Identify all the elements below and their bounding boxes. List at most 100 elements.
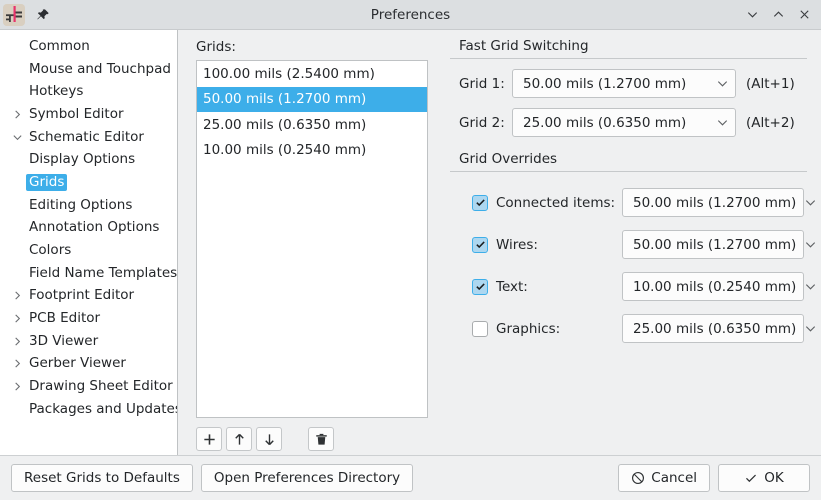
grids-panel: Grids: 100.00 mils (2.5400 mm) 50.00 mils… (178, 30, 440, 455)
grid-override-label: Connected items: (496, 194, 616, 211)
grid-list-item[interactable]: 25.00 mils (0.6350 mm) (197, 112, 427, 138)
move-grid-down-button[interactable] (256, 427, 282, 451)
grid-list-item[interactable]: 10.00 mils (0.2540 mm) (197, 138, 427, 164)
sidebar-item-display-options[interactable]: Display Options (0, 148, 177, 171)
grid-list-item-label: 50.00 mils (1.2700 mm) (203, 91, 367, 108)
grids-list-label: Grids: (196, 39, 236, 55)
fast-grid-shortcut-hint: (Alt+1) (746, 75, 795, 92)
grid-override-row: Graphics: 25.00 mils (0.6350 mm) (450, 314, 816, 343)
chevron-right-icon[interactable] (8, 109, 26, 120)
dialog-body: Common Mouse and Touchpad Hotkeys Symbol Ed… (0, 30, 821, 455)
grid-override-connected-items-checkbox[interactable] (472, 194, 488, 211)
chevron-down-icon[interactable] (804, 238, 817, 251)
grid-list-item-label: 100.00 mils (2.5400 mm) (203, 65, 375, 82)
grid-override-text-select[interactable]: 10.00 mils (0.2540 mm) (622, 272, 816, 301)
grid-override-connected-items-select[interactable]: 50.00 mils (1.2700 mm) (622, 188, 816, 217)
sidebar-item-hotkeys[interactable]: Hotkeys (0, 80, 177, 103)
reset-grids-to-defaults-button[interactable]: Reset Grids to Defaults (11, 463, 193, 492)
sidebar-item-label: Annotation Options (29, 219, 160, 236)
dialog-footer: Reset Grids to Defaults Open Preferences… (0, 455, 821, 499)
sidebar-item-label: Gerber Viewer (29, 355, 126, 372)
sidebar-item-mouse-and-touchpad[interactable]: Mouse and Touchpad (0, 58, 177, 81)
cancel-button[interactable]: Cancel (618, 463, 710, 492)
chevron-down-icon[interactable] (804, 322, 817, 335)
grids-toolbar (196, 418, 428, 455)
grid-override-row: Connected items: 50.00 mils (1.2700 mm) (450, 188, 816, 217)
chevron-right-icon[interactable] (8, 336, 26, 347)
grid-override-value: 50.00 mils (1.2700 mm) (633, 194, 797, 211)
kicad-schematic-icon (3, 3, 25, 26)
sidebar-item-label: Symbol Editor (29, 105, 124, 122)
chevron-right-icon[interactable] (8, 313, 26, 324)
chevron-right-icon[interactable] (8, 381, 26, 392)
ok-button[interactable]: OK (718, 463, 810, 492)
grid-settings-panel: Fast Grid Switching Grid 1: 50.00 mils (1… (440, 30, 821, 455)
chevron-right-icon[interactable] (8, 290, 26, 301)
sidebar-item-label: Common (29, 37, 90, 54)
sidebar-item-label: Schematic Editor (29, 128, 144, 145)
grid-override-text-checkbox[interactable] (472, 278, 488, 295)
chevron-down-icon[interactable] (804, 280, 817, 293)
sidebar-item-drawing-sheet-editor[interactable]: Drawing Sheet Editor (0, 375, 177, 398)
grid-list-item[interactable]: 50.00 mils (1.2700 mm) (197, 86, 427, 112)
grid-override-value: 50.00 mils (1.2700 mm) (633, 236, 797, 253)
sidebar-item-label: Field Name Templates (29, 264, 178, 281)
chevron-down-icon[interactable] (716, 116, 729, 129)
check-icon (744, 471, 758, 485)
fast-grid-1-select[interactable]: 50.00 mils (1.2700 mm) (512, 69, 736, 98)
grid-override-wires-select[interactable]: 50.00 mils (1.2700 mm) (622, 230, 816, 259)
sidebar-item-common[interactable]: Common (0, 35, 177, 58)
fast-grid-switching-group: Fast Grid Switching Grid 1: 50.00 mils (1… (450, 38, 807, 137)
fast-grid-row: Grid 1: 50.00 mils (1.2700 mm) (Alt+1) (450, 69, 807, 98)
sidebar-item-footprint-editor[interactable]: Footprint Editor (0, 285, 177, 308)
close-icon[interactable] (791, 2, 817, 28)
fast-grid-switching-title: Fast Grid Switching (459, 38, 589, 54)
sidebar-item-pcb-editor[interactable]: PCB Editor (0, 307, 177, 330)
sidebar-item-editing-options[interactable]: Editing Options (0, 194, 177, 217)
chevron-down-icon[interactable] (739, 2, 765, 28)
grid-list-item-label: 10.00 mils (0.2540 mm) (203, 142, 367, 159)
preferences-tree[interactable]: Common Mouse and Touchpad Hotkeys Symbol Ed… (0, 30, 178, 455)
fast-grid-2-select[interactable]: 25.00 mils (0.6350 mm) (512, 108, 736, 137)
chevron-down-icon[interactable] (804, 196, 817, 209)
sidebar-item-label: Packages and Updates (29, 400, 178, 417)
sidebar-item-packages-and-updates[interactable]: Packages and Updates (0, 398, 177, 421)
fast-grid-shortcut-hint: (Alt+2) (746, 114, 795, 131)
fast-grid-label: Grid 1: (459, 75, 505, 92)
ok-button-label: OK (764, 469, 784, 486)
chevron-down-icon[interactable] (8, 132, 26, 143)
fast-grid-row: Grid 2: 25.00 mils (0.6350 mm) (Alt+2) (450, 108, 807, 137)
fast-grid-value: 25.00 mils (0.6350 mm) (523, 114, 687, 131)
sidebar-item-annotation-options[interactable]: Annotation Options (0, 217, 177, 240)
grid-override-graphics-select[interactable]: 25.00 mils (0.6350 mm) (622, 314, 816, 343)
grid-list-item[interactable]: 100.00 mils (2.5400 mm) (197, 61, 427, 87)
delete-grid-button[interactable] (308, 427, 334, 451)
sidebar-item-label: Display Options (29, 151, 136, 168)
fast-grid-switching-divider (450, 58, 807, 59)
sidebar-item-label: Colors (29, 242, 72, 259)
sidebar-item-symbol-editor[interactable]: Symbol Editor (0, 103, 177, 126)
sidebar-item-3d-viewer[interactable]: 3D Viewer (0, 330, 177, 353)
chevron-down-icon[interactable] (716, 77, 729, 90)
chevron-up-icon[interactable] (765, 2, 791, 28)
grid-override-label: Graphics: (496, 320, 561, 337)
add-grid-button[interactable] (196, 427, 222, 451)
sidebar-item-field-name-templates[interactable]: Field Name Templates (0, 262, 177, 285)
grids-list[interactable]: 100.00 mils (2.5400 mm) 50.00 mils (1.270… (196, 60, 428, 418)
grid-override-label: Wires: (496, 236, 538, 253)
chevron-right-icon[interactable] (8, 358, 26, 369)
grid-override-row: Text: 10.00 mils (0.2540 mm) (450, 272, 816, 301)
sidebar-item-gerber-viewer[interactable]: Gerber Viewer (0, 353, 177, 376)
sidebar-item-colors[interactable]: Colors (0, 239, 177, 262)
pin-icon[interactable] (30, 2, 56, 28)
grid-override-value: 10.00 mils (0.2540 mm) (633, 278, 797, 295)
sidebar-item-grids[interactable]: Grids (0, 171, 177, 194)
grid-overrides-group: Grid Overrides Connected items: 50.00 mil… (450, 151, 816, 343)
sidebar-item-label: Grids (26, 173, 68, 191)
move-grid-up-button[interactable] (226, 427, 252, 451)
open-preferences-directory-button[interactable]: Open Preferences Directory (200, 463, 414, 492)
sidebar-item-schematic-editor[interactable]: Schematic Editor (0, 126, 177, 149)
grid-override-graphics-checkbox[interactable] (472, 320, 488, 337)
grid-override-wires-checkbox[interactable] (472, 236, 488, 253)
grid-override-row: Wires: 50.00 mils (1.2700 mm) (450, 230, 816, 259)
